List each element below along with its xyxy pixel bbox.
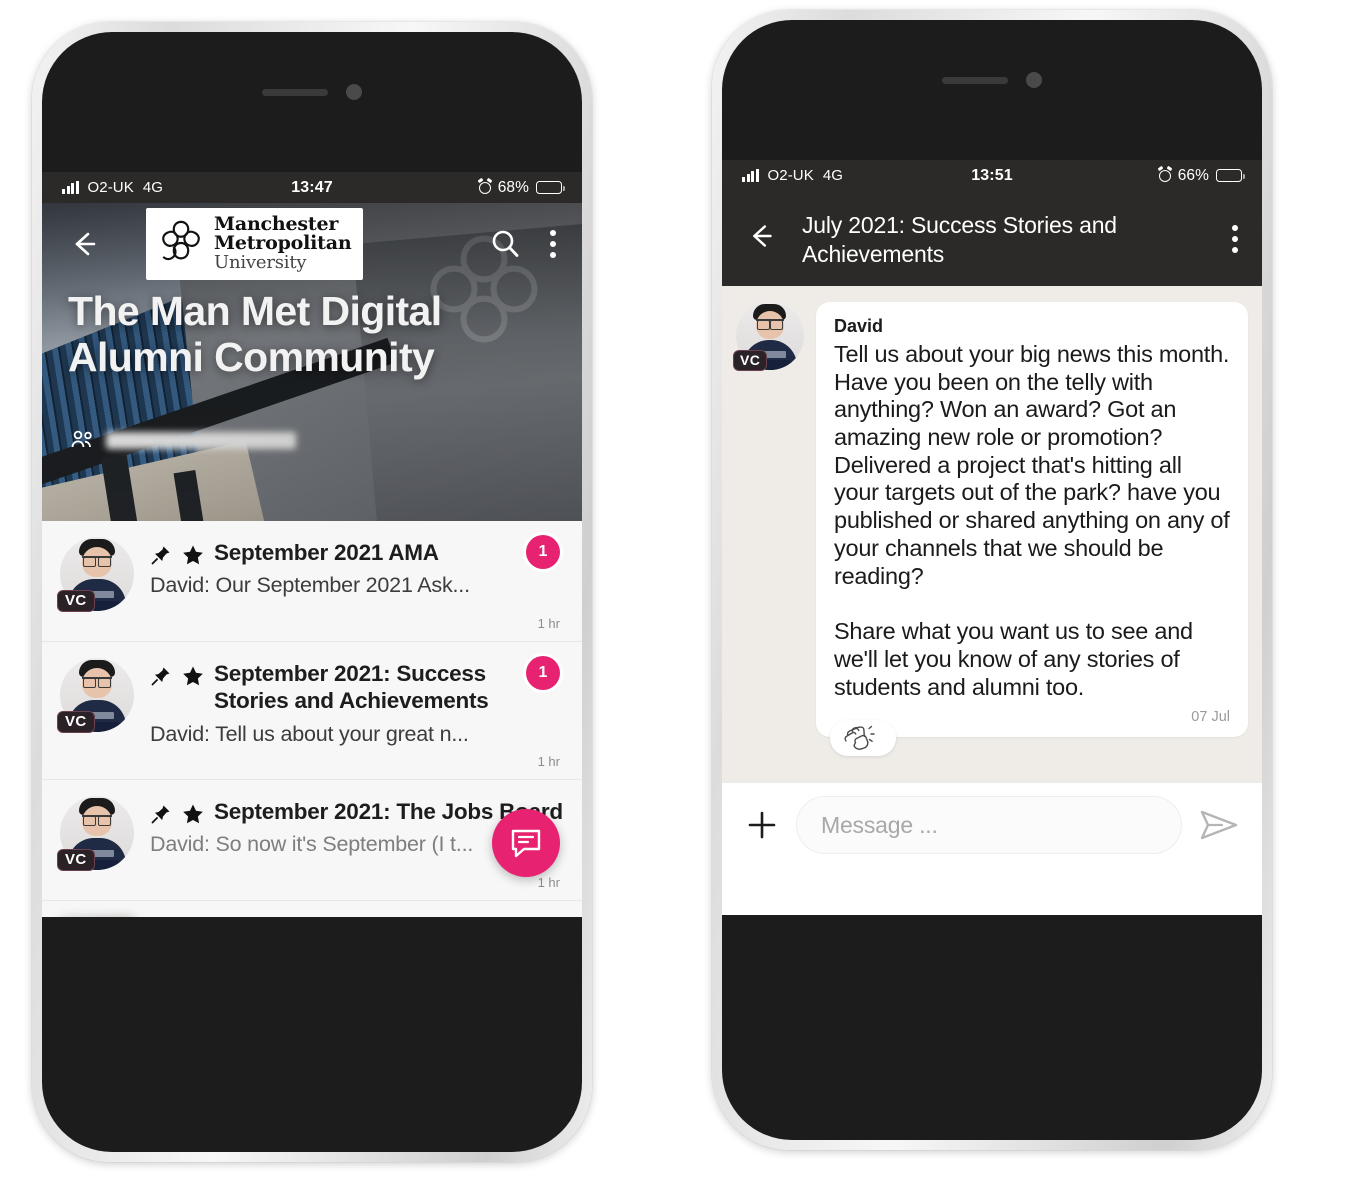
hero-top-bar: Manchester Metropolitan University <box>42 203 582 285</box>
search-icon[interactable] <box>488 227 522 261</box>
avatar: VC <box>733 301 804 371</box>
message-sender: David <box>834 315 884 336</box>
phone-body: O2-UK 4G 13:47 68% Manchester Metropolit… <box>42 32 582 1152</box>
hero-actions <box>488 226 560 262</box>
send-paper-plane-icon[interactable] <box>1196 802 1242 848</box>
logo-line-3: University <box>214 251 307 273</box>
thread-preview: David: Our September 2021 Ask... <box>150 573 470 598</box>
chat-bubble-icon <box>511 829 541 858</box>
earpiece-assembly <box>942 72 1042 88</box>
new-message-fab[interactable] <box>492 809 560 877</box>
status-right: 66% <box>1013 166 1246 185</box>
network-type-label: 4G <box>822 167 844 184</box>
members-count-redacted <box>106 431 296 449</box>
thread-timestamp: 1 hr <box>537 875 560 890</box>
star-icon <box>182 665 204 687</box>
community-hero-banner: Manchester Metropolitan University The M… <box>42 203 582 521</box>
clapping-hands-icon <box>842 725 876 751</box>
avatar-role-badge: VC <box>733 349 768 371</box>
plus-icon[interactable] <box>742 805 782 845</box>
front-camera-icon <box>346 84 362 100</box>
thread-body: September 2021: Success Stories and Achi… <box>150 658 564 747</box>
message-text: Tell us about your big news this month. … <box>834 340 1230 700</box>
status-left: O2-UK 4G <box>742 167 971 184</box>
status-bar: O2-UK 4G 13:47 68% <box>42 172 582 203</box>
thread-title-row: September 2021 AMA <box>150 539 564 566</box>
phone-device-left: O2-UK 4G 13:47 68% Manchester Metropolit… <box>32 22 592 1162</box>
thread-timestamp: 1 hr <box>537 616 560 631</box>
alarm-clock-icon <box>478 181 491 194</box>
phone-screen-right: O2-UK 4G 13:51 66% July 2021: Success St… <box>722 160 1262 915</box>
pin-icon <box>150 803 172 825</box>
message-input-placeholder: Message ... <box>821 811 938 838</box>
thread-timestamp: 1 hr <box>537 754 560 769</box>
status-bar: O2-UK 4G 13:51 66% <box>722 160 1262 191</box>
phone-screen-left: O2-UK 4G 13:47 68% Manchester Metropolit… <box>42 172 582 917</box>
speaker-slot-icon <box>942 76 1008 84</box>
thread-title-row: September 2021: Success Stories and Achi… <box>150 660 564 715</box>
carrier-label: O2-UK <box>87 179 134 196</box>
university-logo-text: Manchester Metropolitan University <box>214 214 352 273</box>
phone-device-right: O2-UK 4G 13:51 66% July 2021: Success St… <box>712 10 1272 1150</box>
pin-icon <box>150 665 172 687</box>
signal-bars-icon <box>62 181 79 194</box>
earpiece-assembly <box>262 84 362 100</box>
kebab-menu-icon[interactable] <box>1228 221 1242 257</box>
list-item[interactable]: VC David Tell us about your big news thi… <box>733 301 1248 771</box>
thread-title: September 2021 AMA <box>214 540 439 565</box>
back-arrow-icon[interactable] <box>742 217 780 255</box>
kebab-menu-icon[interactable] <box>546 226 560 262</box>
clock-label: 13:47 <box>291 178 333 196</box>
message-composer: Message ... <box>722 781 1262 868</box>
network-type-label: 4G <box>142 179 164 196</box>
logo-line-2: Metropolitan <box>214 232 352 255</box>
avatar: VC <box>57 537 134 612</box>
phone-body: O2-UK 4G 13:51 66% July 2021: Success St… <box>722 20 1262 1140</box>
status-badge: 1 <box>526 656 560 690</box>
message-date: 07 Jul <box>1191 709 1230 726</box>
avatar: VC <box>57 658 134 733</box>
mmu-flower-logo-icon <box>156 219 206 267</box>
alarm-clock-icon <box>1158 169 1171 182</box>
avatar-role-badge: VC <box>57 711 95 733</box>
table-row[interactable]: Welcome - say hello Thanks @ 7 Jul <box>42 901 582 917</box>
reaction-chip[interactable] <box>830 720 896 757</box>
status-right: 68% <box>333 178 566 197</box>
avatar-role-badge: VC <box>57 590 95 612</box>
battery-icon <box>1216 169 1246 182</box>
page-title: The Man Met Digital Alumni Community <box>68 288 442 380</box>
people-group-icon <box>70 429 96 451</box>
front-camera-icon <box>1026 72 1042 88</box>
star-icon <box>182 803 204 825</box>
page-title: July 2021: Success Stories and Achieveme… <box>802 212 1117 268</box>
chat-header: July 2021: Success Stories and Achieveme… <box>722 191 1262 286</box>
thread-list: VC September 2021 AMA David: Our Septemb… <box>42 521 582 917</box>
message-bubble[interactable]: David Tell us about your big news this m… <box>816 301 1248 757</box>
status-left: O2-UK 4G <box>62 179 291 196</box>
battery-percent-label: 68% <box>497 178 530 196</box>
back-arrow-icon[interactable] <box>64 224 104 264</box>
thread-body: September 2021 AMA David: Our September … <box>150 537 564 598</box>
table-row[interactable]: VC September 2021: Success Stories and A… <box>42 642 582 780</box>
battery-percent-label: 66% <box>1177 166 1210 184</box>
avatar: VC <box>57 796 134 871</box>
university-logo: Manchester Metropolitan University <box>146 207 364 281</box>
star-icon <box>182 544 204 566</box>
screenshot-stage: O2-UK 4G 13:47 68% Manchester Metropolit… <box>0 0 1348 1194</box>
message-input[interactable]: Message ... <box>796 796 1182 855</box>
signal-bars-icon <box>742 169 759 182</box>
battery-icon <box>536 181 566 194</box>
speaker-slot-icon <box>262 88 328 96</box>
thread-preview: David: Tell us about your great n... <box>150 721 469 746</box>
carrier-label: O2-UK <box>767 167 814 184</box>
members-row <box>70 429 296 451</box>
clock-label: 13:51 <box>971 166 1013 184</box>
table-row[interactable]: VC September 2021 AMA David: Our Septemb… <box>42 521 582 642</box>
status-badge: 1 <box>526 535 560 569</box>
message-list[interactable]: VC David Tell us about your big news thi… <box>722 285 1262 868</box>
thread-title: September 2021: Success Stories and Achi… <box>214 661 489 714</box>
avatar-role-badge: VC <box>57 849 95 871</box>
pin-icon <box>150 544 172 566</box>
